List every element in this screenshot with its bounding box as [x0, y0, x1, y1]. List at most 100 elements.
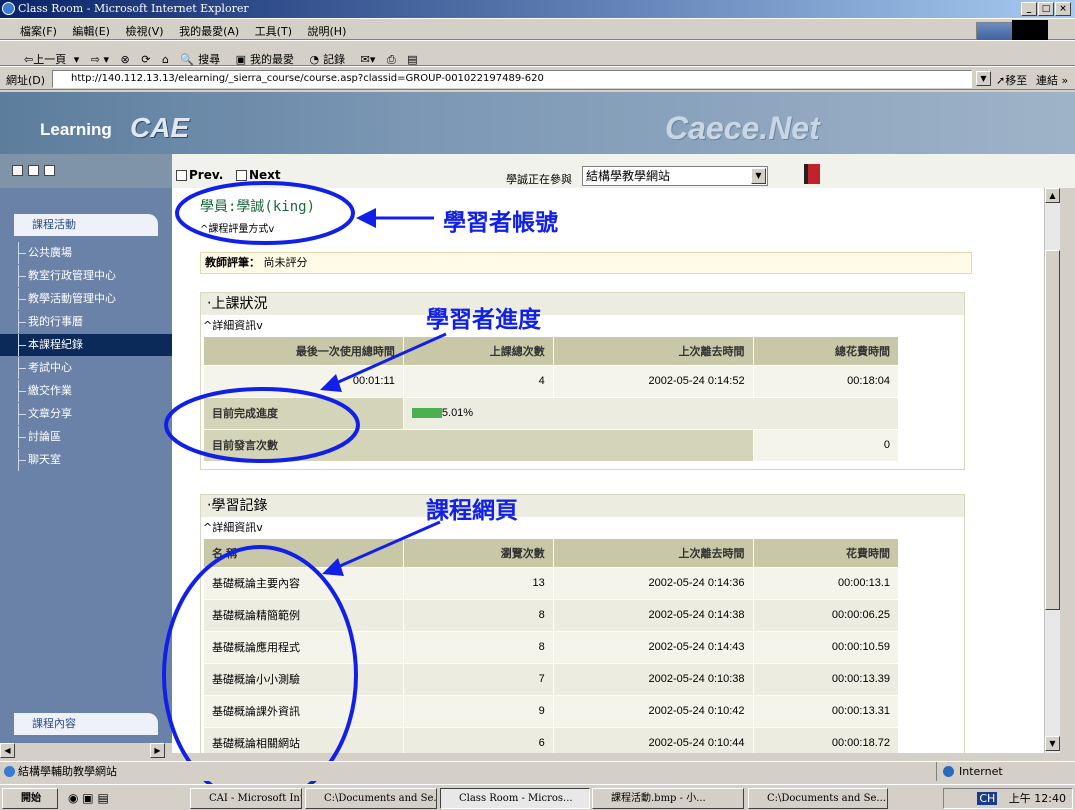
col-sessions: 上課總次數 [402, 337, 554, 365]
table-cell: 00:00:06.25 [752, 598, 898, 631]
address-bar: 網址(D) http://140.112.13.13/elearning/_si… [0, 66, 1075, 90]
sidebar-header-activities[interactable]: 課程活動 [14, 214, 158, 236]
table-cell: 2002-05-24 0:10:38 [552, 662, 754, 695]
address-url: http://140.112.13.13/elearning/_sierra_c… [71, 73, 544, 84]
progress-text: 5.01% [441, 407, 474, 419]
table-row: 基礎概論課外資訊 9 2002-05-24 0:10:42 00:00:13.31 [203, 694, 898, 727]
sidebar: 課程活動 公共廣場 教室行政管理中心 教學活動管理中心 我的行事曆 本課程紀錄 考試中心繳… [0, 188, 172, 743]
participating-label: 學誠正在參與 [506, 173, 572, 186]
col-time-spent: 花費時間 [752, 539, 898, 567]
teacher-comment-value: 尚未評分 [263, 256, 308, 269]
table-row: 基礎概論小小測驗 7 2002-05-24 0:10:38 00:00:13.39 [203, 662, 898, 695]
table-row: 基礎概論精簡範例 8 2002-05-24 0:14:38 00:00:06.25 [203, 598, 898, 631]
taskbar-item[interactable]: CAI - Microsoft Inter... [190, 788, 302, 809]
sidebar-item[interactable]: 聊天室 [0, 449, 172, 471]
posts-label: 目前發言次數 [203, 428, 754, 461]
start-button[interactable]: 開始 [2, 788, 58, 809]
annotation-pages: 課程網頁 [426, 498, 518, 524]
site-select-value: 結構學教學網站 [586, 169, 671, 183]
sidebar-item[interactable]: 我的行事曆 [0, 311, 172, 333]
cell-total-time: 00:18:04 [752, 364, 898, 397]
scroll-left-icon[interactable]: ◀ [0, 743, 15, 758]
table-cell: 00:00:13.1 [752, 566, 898, 599]
system-tray: CH 上午 12:40 [943, 788, 1073, 809]
attendance-detail-toggle[interactable]: ^詳細資訊v [201, 315, 964, 337]
progress-bar [411, 408, 442, 419]
clock: 上午 12:40 [1008, 792, 1066, 805]
taskbar-item[interactable]: C:\Documents and Se... [305, 788, 437, 809]
exit-door-icon[interactable] [804, 164, 820, 184]
address-label: 網址(D) [6, 74, 46, 87]
table-cell: 00:00:13.39 [752, 662, 898, 695]
globe-icon [943, 766, 954, 777]
links-label: 連結 [1036, 74, 1058, 87]
record-name-link[interactable]: 基礎概論應用程式 [203, 630, 404, 663]
attendance-table: 最後一次使用總時間 上課總次數 上次離去時間 總花費時間 00:01:11 4 … [203, 337, 898, 461]
record-name-link[interactable]: 基礎概論相關網站 [203, 726, 404, 753]
scroll-down-icon[interactable]: ▼ [1045, 736, 1060, 751]
main-content: 學員:學誠(king) ^課程評量方式v 教師評筆： 尚未評分 ‧上課狀況 ^詳… [172, 188, 1060, 753]
nav-left-controls [0, 154, 172, 188]
maximize-button[interactable]: □ [1038, 2, 1054, 16]
scroll-right-icon[interactable]: ▶ [150, 743, 165, 758]
taskbar-item[interactable]: 課程活動.bmp - 小... [592, 788, 744, 809]
record-name-link[interactable]: 基礎概論主要內容 [203, 566, 404, 599]
start-label: 開始 [21, 793, 41, 804]
go-button[interactable]: ➚移至 [996, 72, 1027, 88]
nav-forward-icon[interactable] [44, 165, 55, 176]
table-row: 基礎概論主要內容 13 2002-05-24 0:14:36 00:00:13.1 [203, 566, 898, 599]
address-input[interactable]: http://140.112.13.13/elearning/_sierra_c… [52, 70, 972, 88]
sidebar-item[interactable]: 文章分享 [0, 403, 172, 425]
nav-back-icon[interactable] [28, 165, 39, 176]
sidebar-item[interactable]: 討論區 [0, 426, 172, 448]
next-button[interactable]: Next [236, 168, 281, 182]
sidebar-item[interactable]: 繳交作業 [0, 380, 172, 402]
table-cell: 00:00:13.31 [752, 694, 898, 727]
lang-indicator[interactable]: CH [977, 792, 998, 805]
record-name-link[interactable]: 基礎概論課外資訊 [203, 694, 404, 727]
content-vscroll[interactable]: ▲ ▼ [1044, 188, 1060, 753]
table-cell: 2002-05-24 0:10:44 [552, 726, 754, 753]
record-name-link[interactable]: 基礎概論精簡範例 [203, 598, 404, 631]
prev-button[interactable]: Prev. [176, 168, 223, 182]
cell-last-leave: 2002-05-24 0:14:52 [552, 364, 754, 397]
table-cell: 6 [402, 726, 554, 753]
table-cell: 2002-05-24 0:14:38 [552, 598, 754, 631]
address-dropdown-icon[interactable]: ▼ [976, 71, 991, 86]
sidebar-hscroll[interactable]: ◀ ▶ [0, 743, 172, 759]
table-cell: 13 [402, 566, 554, 599]
record-name-link[interactable]: 基礎概論小小測驗 [203, 662, 404, 695]
window-titlebar[interactable]: Class Room - Microsoft Internet Explorer… [0, 0, 1075, 18]
home-nav-icon[interactable] [12, 165, 23, 176]
caece-logo: Caece.Net [665, 110, 820, 146]
taskbar-item[interactable]: Class Room - Micros... [440, 788, 590, 809]
scroll-up-icon[interactable]: ▲ [1045, 188, 1060, 203]
grading-method-toggle[interactable]: ^課程評量方式v [200, 220, 274, 235]
sidebar-item[interactable]: 考試中心 [0, 357, 172, 379]
teacher-comment-label: 教師評筆： [205, 256, 260, 269]
next-icon [236, 170, 247, 181]
sidebar-item[interactable]: 教學活動管理中心 [0, 288, 172, 310]
progress-label: 目前完成進度 [203, 396, 404, 429]
taskbar-item[interactable]: C:\Documents and Se... [748, 788, 888, 809]
minimize-button[interactable]: _ [1021, 2, 1037, 16]
close-button[interactable]: × [1055, 2, 1071, 16]
records-detail-toggle[interactable]: ^詳細資訊v [201, 517, 964, 539]
col-views: 瀏覽次數 [402, 539, 554, 567]
prev-label: Prev. [189, 168, 224, 182]
links-button[interactable]: 連結 » [1036, 72, 1068, 88]
site-select[interactable]: 結構學教學網站 ▼ [582, 166, 768, 186]
taskbar: 開始 ◉ ▣ ▤ CAI - Microsoft Inter...C:\Docu… [0, 784, 1075, 810]
col-last-leave: 上次離去時間 [552, 337, 754, 365]
page-icon [4, 766, 15, 777]
sidebar-item[interactable]: 公共廣場 [0, 242, 172, 264]
sidebar-item[interactable]: 本課程紀錄 [0, 334, 172, 356]
table-cell: 7 [402, 662, 554, 695]
col-total-time: 總花費時間 [752, 337, 898, 365]
scroll-thumb[interactable] [1045, 250, 1060, 610]
quick-launch-icons[interactable]: ◉ ▣ ▤ [68, 791, 109, 805]
sidebar-header-content[interactable]: 課程內容 [14, 713, 158, 735]
sidebar-item[interactable]: 教室行政管理中心 [0, 265, 172, 287]
learning-text: Learning [40, 120, 112, 139]
table-cell: 9 [402, 694, 554, 727]
